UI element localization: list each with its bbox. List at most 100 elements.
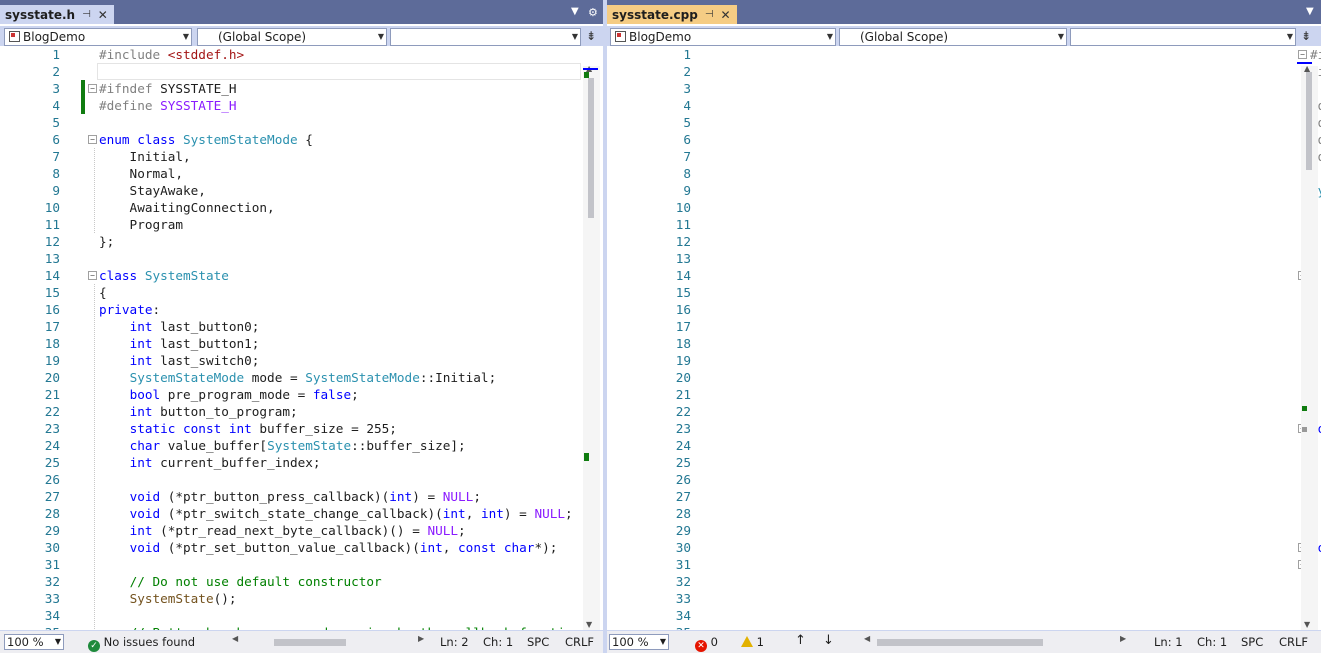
code-line[interactable]: 23−void SystemState::reset_state() (607, 420, 1321, 437)
line-indicator[interactable]: Ln: 2 (440, 635, 469, 649)
code-line[interactable]: 25 int current_buffer_index; (0, 454, 583, 471)
code-line[interactable]: 19 int last_switch0; (0, 352, 583, 369)
code-line[interactable]: 1 −#include "sysstate.h" (607, 46, 1321, 63)
scroll-left-icon[interactable]: ◀ (232, 634, 238, 643)
gear-icon[interactable]: ⚙ (588, 6, 598, 19)
code-line[interactable]: 34 (0, 607, 583, 624)
scroll-right-icon[interactable]: ▶ (1120, 634, 1126, 643)
code-line[interactable]: 13 (0, 250, 583, 267)
code-line[interactable]: 7#define SWITCH_OFF 1 (607, 148, 1321, 165)
code-line[interactable]: 8 Normal, (0, 165, 583, 182)
code-line[interactable]: 17 int last_button0; (0, 318, 583, 335)
collapse-icon[interactable]: − (88, 135, 97, 144)
scrollbar-thumb[interactable] (274, 639, 346, 646)
horizontal-scrollbar[interactable]: ◀ ▶ (860, 634, 1128, 647)
code-line[interactable]: 3 − #ifndef SYSSTATE_H (0, 80, 583, 97)
code-line[interactable]: 10 AwaitingConnection, (0, 199, 583, 216)
whitespace-indicator[interactable]: SPC (1241, 635, 1263, 649)
code-line[interactable]: 12}; (0, 233, 583, 250)
code-line[interactable]: 21 bool pre_program_mode = false; (0, 386, 583, 403)
scroll-right-icon[interactable]: ▶ (418, 634, 424, 643)
scrollbar-thumb[interactable] (1306, 72, 1312, 170)
code-line[interactable]: 20 reset_state(); (607, 369, 1301, 386)
code-line[interactable]: 26 last_button1 = BUTTON_UP; (607, 471, 1301, 488)
collapse-icon[interactable]: − (1298, 50, 1307, 59)
code-line[interactable]: 14 − class SystemState (0, 267, 583, 284)
errors-indicator[interactable]: ✕ 0 (695, 635, 718, 652)
pin-icon[interactable]: ⊣ (705, 9, 714, 20)
code-line[interactable]: 12 int (*read_next_byte_callback)(), (607, 233, 1301, 250)
code-line[interactable]: 9SystemState::SystemState( (607, 182, 1321, 199)
tab-sysstate-cpp[interactable]: sysstate.cpp ⊣ ✕ (607, 5, 737, 24)
scrollbar-thumb[interactable] (877, 639, 1043, 646)
vertical-scrollbar[interactable]: ▲ ▼ (583, 64, 600, 630)
code-line[interactable]: 5 (0, 114, 583, 131)
member-dropdown[interactable]: ▼ (1070, 28, 1296, 46)
code-line[interactable]: 7 Initial, (0, 148, 583, 165)
scrollbar-thumb[interactable] (588, 78, 594, 218)
collapse-icon[interactable]: − (88, 271, 97, 280)
code-line[interactable]: 6 − enum class SystemStateMode { (0, 131, 583, 148)
code-line[interactable]: 4#define BUTTON_DOWN 0 (607, 97, 1321, 114)
code-line[interactable]: 19 ptr_set_button_value_callback = set_b… (607, 352, 1301, 369)
code-line[interactable]: 2 (0, 63, 583, 80)
line-indicator[interactable]: Ln: 1 (1154, 635, 1183, 649)
zoom-dropdown[interactable]: 100 % ▼ (609, 634, 669, 650)
arrow-down-icon[interactable]: ↓ (823, 633, 834, 648)
code-line[interactable]: 5#define BUTTON_UP 1 (607, 114, 1321, 131)
split-window-icon[interactable]: ⇟ (1299, 28, 1313, 46)
code-line[interactable]: 31− if (ptr_button_press_callback != NUL… (607, 556, 1307, 573)
scope-dropdown[interactable]: (Global Scope) ▼ (197, 28, 387, 46)
code-line[interactable]: 16 private: (0, 301, 583, 318)
code-line[interactable]: 18 int last_button1; (0, 335, 583, 352)
code-line[interactable]: 17 ptr_switch_state_change_callback = sw… (607, 318, 1301, 335)
code-line[interactable]: 20 SystemStateMode mode = SystemStateMod… (0, 369, 583, 386)
code-line[interactable]: 34 } (607, 607, 1301, 624)
code-line[interactable]: 33 (*ptr_button_press_callback)(button_i… (607, 590, 1301, 607)
code-line[interactable]: 3 (607, 80, 1301, 97)
code-line[interactable]: 28 void (*ptr_switch_state_change_callba… (0, 505, 583, 522)
code-line[interactable]: 24 char value_buffer[SystemState::buffer… (0, 437, 583, 454)
scroll-left-icon[interactable]: ◀ (864, 634, 870, 643)
code-line[interactable]: 15 { (0, 284, 583, 301)
column-indicator[interactable]: Ch: 1 (483, 635, 513, 649)
tab-sysstate-h[interactable]: sysstate.h ⊣ ✕ (0, 5, 114, 24)
scope-dropdown[interactable]: (Global Scope) ▼ (839, 28, 1067, 46)
dropdown-arrow-icon[interactable]: ▼ (1306, 6, 1314, 17)
code-line[interactable]: 29 (607, 522, 1301, 539)
code-line[interactable]: 22 int button_to_program; (0, 403, 583, 420)
project-dropdown[interactable]: BlogDemo ▼ (610, 28, 836, 46)
dropdown-arrow-icon[interactable]: ▼ (571, 6, 579, 17)
code-line[interactable]: 18 ptr_read_next_byte_callback = read_ne… (607, 335, 1301, 352)
code-line[interactable]: 13 void (*set_button_value_callback)(int… (607, 250, 1301, 267)
code-line[interactable]: 24{ (607, 437, 1318, 454)
code-line[interactable]: 16 ptr_button_press_callback = button_pr… (607, 301, 1301, 318)
code-line[interactable]: 26 (0, 471, 583, 488)
issues-indicator[interactable]: ✓ No issues found (88, 635, 195, 652)
arrow-up-icon[interactable]: ↑ (795, 633, 806, 648)
code-line[interactable]: 9 StayAwake, (0, 182, 583, 199)
split-window-icon[interactable]: ⇟ (584, 28, 598, 46)
project-dropdown[interactable]: BlogDemo ▼ (4, 28, 192, 46)
pin-icon[interactable]: ⊣ (82, 9, 91, 20)
column-indicator[interactable]: Ch: 1 (1197, 635, 1227, 649)
code-line[interactable]: 32 // Do not use default constructor (0, 573, 583, 590)
line-ending-indicator[interactable]: CRLF (1279, 635, 1308, 649)
vertical-scrollbar[interactable]: ▲ ▼ (1297, 62, 1318, 630)
close-icon[interactable]: ✕ (721, 8, 731, 22)
code-line[interactable]: 10 void (*button_press_callback)(int), (607, 199, 1301, 216)
whitespace-indicator[interactable]: SPC (527, 635, 549, 649)
code-line[interactable]: 27 void (*ptr_button_press_callback)(int… (0, 488, 583, 505)
code-line[interactable]: 11 Program (0, 216, 583, 233)
scroll-down-icon[interactable]: ▼ (586, 620, 592, 629)
close-icon[interactable]: ✕ (98, 8, 108, 22)
code-line[interactable]: 29 int (*ptr_read_next_byte_callback)() … (0, 522, 583, 539)
code-line[interactable]: 21} (607, 386, 1318, 403)
warnings-indicator[interactable]: 1 (741, 635, 764, 649)
code-editor[interactable]: 1 −#include "sysstate.h"2#include <stddef… (607, 46, 1321, 630)
code-line[interactable]: 23 static const int buffer_size = 255; (0, 420, 583, 437)
code-line[interactable]: 32 { (607, 573, 1301, 590)
code-line[interactable]: 14−) (607, 267, 1318, 284)
code-line[interactable]: 25 last_button0 = BUTTON_UP; (607, 454, 1301, 471)
code-line[interactable]: 2#include <stddef.h> (607, 63, 1321, 80)
